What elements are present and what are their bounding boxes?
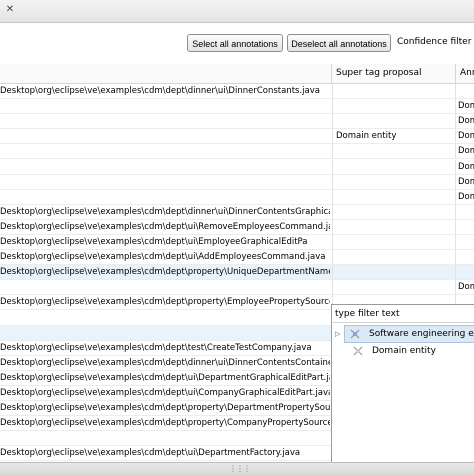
table-cell-super-tag [332, 114, 458, 129]
resize-grip-icon[interactable]: ⋮⋮⋮ [229, 464, 251, 473]
table-cell-annotation: Dom [455, 280, 474, 295]
select-all-button[interactable]: Select all annotations [187, 34, 283, 52]
table-cell-annotation: Dom [455, 144, 474, 159]
table-cell-path: Desktop\org\eclipse\ve\examples\cdm\dept… [0, 448, 301, 459]
title-bar: ✕ [0, 0, 474, 23]
tag-node-icon [350, 329, 360, 339]
table-cell-super-tag [332, 174, 458, 189]
confidence-filter-label: Confidence filter [397, 37, 472, 47]
tree-item-domain-entity[interactable]: Domain entity [352, 343, 472, 359]
table-cell-super-tag [332, 144, 458, 159]
table-cell-path [0, 144, 330, 158]
table-cell-path [0, 431, 330, 445]
table-cell-path [0, 190, 330, 204]
table-cell-path [0, 326, 330, 340]
table-cell-super-tag [332, 204, 458, 219]
table-cell-path: Desktop\org\eclipse\ve\examples\cdm\dept… [0, 252, 326, 263]
table-cell-path: Desktop\org\eclipse\ve\examples\cdm\dept… [0, 206, 330, 217]
table-cell-path: Desktop\org\eclipse\ve\examples\cdm\dept… [0, 388, 330, 398]
table-row[interactable]: Desktop\org\eclipse\ve\examples\cdm\dept… [0, 204, 474, 220]
table-header: Super tag proposal Ann [0, 64, 474, 84]
table-cell-super-tag [332, 280, 458, 295]
table-row[interactable]: Dom [0, 144, 474, 160]
table-cell-annotation [455, 235, 474, 249]
table-row[interactable]: Desktop\org\eclipse\ve\examples\cdm\dept… [0, 235, 474, 250]
table-row[interactable]: Desktop\org\eclipse\ve\examples\cdm\dept… [0, 265, 474, 281]
table-cell-path: Desktop\org\eclipse\ve\examples\cdm\dept… [0, 221, 330, 232]
table-row[interactable]: Dom [0, 99, 474, 115]
table-cell-annotation: Dom [455, 129, 474, 144]
table-cell-path: Desktop\org\eclipse\ve\examples\cdm\dept… [0, 357, 330, 368]
tree-item-label: Software engineering entity [369, 329, 474, 339]
table-cell-annotation: Dom [455, 159, 474, 174]
table-cell-super-tag [332, 219, 458, 234]
table-cell-path [0, 175, 330, 189]
column-header-annotation[interactable]: Ann [455, 64, 474, 83]
table-row[interactable]: Dom [0, 189, 474, 205]
table-cell-path: Desktop\org\eclipse\ve\examples\cdm\dept… [0, 403, 330, 414]
triangle-right-icon[interactable]: ▷ [335, 326, 343, 342]
table-cell-path: Desktop\org\eclipse\ve\examples\cdm\dept… [0, 342, 312, 353]
tag-node-icon [353, 346, 363, 356]
table-cell-path: Desktop\org\eclipse\ve\examples\cdm\dept… [0, 86, 320, 96]
table-cell-path [0, 311, 330, 325]
table-cell-super-tag [332, 99, 458, 114]
super-tag-dropdown: type filter text ▷ Software engineering … [331, 304, 474, 464]
table-cell-annotation [455, 84, 474, 98]
status-bar: ⋮⋮⋮ [0, 462, 474, 475]
table-cell-super-tag [332, 189, 458, 204]
table-row[interactable]: Dom [0, 159, 474, 175]
tree-item-label: Domain entity [372, 346, 436, 356]
table-row[interactable]: Desktop\org\eclipse\ve\examples\cdm\dept… [0, 250, 474, 266]
table-cell-super-tag: Domain entity [332, 129, 458, 144]
table-cell-super-tag [332, 159, 458, 174]
table-cell-path: Desktop\org\eclipse\ve\examples\cdm\dept… [0, 372, 330, 383]
table-cell-super-tag [332, 265, 458, 280]
table-cell-annotation: Dom [455, 114, 474, 129]
table-cell-super-tag [332, 235, 458, 249]
table-cell-annotation [455, 219, 474, 234]
table-row[interactable]: Dom [0, 114, 474, 130]
table-cell-path [0, 280, 330, 294]
table-cell-annotation [455, 250, 474, 265]
table-cell-annotation: Dom [455, 189, 474, 204]
table-cell-annotation: Dom [455, 99, 474, 114]
column-header-path[interactable] [0, 64, 330, 83]
table-cell-path: Desktop\org\eclipse\ve\examples\cdm\dept… [0, 237, 308, 247]
table-cell-path: Desktop\org\eclipse\ve\examples\cdm\dept… [0, 418, 330, 429]
table-cell-path: Desktop\org\eclipse\ve\examples\cdm\dept… [0, 267, 330, 278]
annotation-toolbar: Select all annotations Deselect all anno… [0, 23, 474, 63]
table-cell-annotation [455, 265, 474, 280]
table-cell-path [0, 99, 330, 113]
close-icon[interactable]: ✕ [3, 3, 17, 17]
filter-input[interactable]: type filter text [333, 306, 474, 323]
table-cell-path: Desktop\org\eclipse\ve\examples\cdm\dept… [0, 297, 330, 308]
table-cell-path [0, 129, 330, 143]
deselect-all-button[interactable]: Deselect all annotations [287, 34, 391, 52]
table-row[interactable]: Dom [0, 280, 474, 296]
table-cell-annotation: Dom [455, 174, 474, 189]
table-cell-annotation [455, 204, 474, 219]
table-cell-super-tag [332, 250, 458, 265]
table-row[interactable]: Dom [0, 174, 474, 190]
table-row[interactable]: Desktop\org\eclipse\ve\examples\cdm\dept… [0, 84, 474, 99]
tree-item-software-engineering-entity[interactable]: ▷ Software engineering entity [335, 325, 474, 343]
table-cell-path [0, 114, 330, 128]
table-cell-path [0, 160, 330, 174]
column-header-super-tag[interactable]: Super tag proposal [331, 64, 455, 83]
table-cell-super-tag [332, 84, 458, 98]
table-row[interactable]: Domain entityDom [0, 129, 474, 145]
table-row[interactable]: Desktop\org\eclipse\ve\examples\cdm\dept… [0, 219, 474, 235]
